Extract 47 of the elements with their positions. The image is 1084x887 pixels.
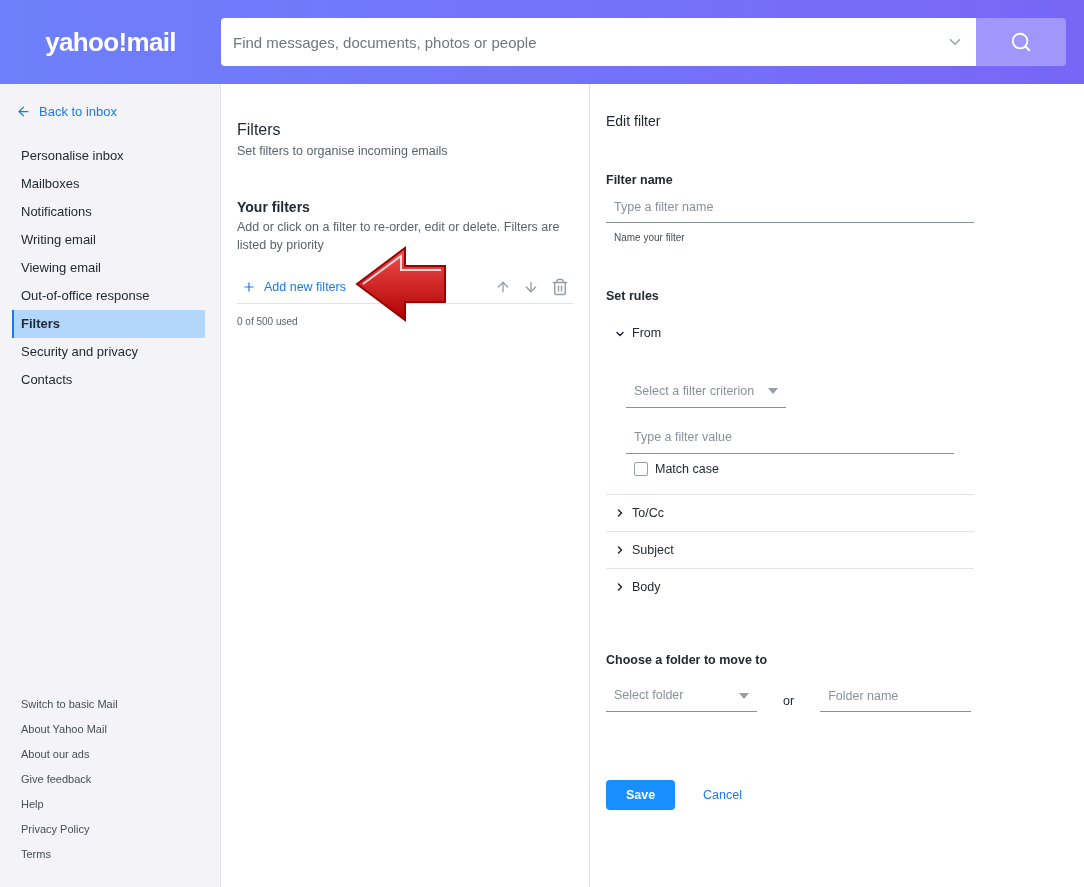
search-icon <box>1010 31 1032 53</box>
match-case-checkbox[interactable] <box>634 461 648 476</box>
filter-name-hint: Name your filter <box>613 230 686 245</box>
footer-link[interactable]: About Yahoo Mail <box>21 717 220 742</box>
sidebar-item[interactable]: Security and privacy <box>12 337 205 366</box>
add-filter-button[interactable]: Add new filters <box>237 277 346 297</box>
or-text: or <box>783 692 795 710</box>
sidebar-item[interactable]: Notifications <box>12 197 205 226</box>
sidebar-item[interactable]: Contacts <box>12 365 205 394</box>
sidebar-item[interactable]: Filters <box>12 309 205 338</box>
search-button[interactable] <box>976 18 1066 66</box>
usage-count: 0 of 500 used <box>237 314 299 329</box>
filter-name-label: Filter name <box>606 172 674 189</box>
rule-toggle[interactable]: Subject <box>606 532 674 569</box>
folder-label: Choose a folder to move to <box>606 652 769 670</box>
delete-icon[interactable] <box>551 278 569 297</box>
filter-name-field[interactable]: Type a filter name <box>606 192 974 223</box>
section-title: Your filters <box>237 197 311 217</box>
app-logo[interactable]: yahoo!mail <box>45 22 176 62</box>
cancel-button[interactable]: Cancel <box>703 785 742 805</box>
footer-link[interactable]: About our ads <box>21 742 220 767</box>
panel-title: Filters <box>237 120 282 140</box>
section-description: Add or click on a filter to re-order, edit or delete. Filters are listed by priority <box>237 218 561 254</box>
rules-label: Set rules <box>606 287 660 305</box>
footer-link[interactable]: Terms <box>21 842 220 867</box>
rule-toggle[interactable]: To/Cc <box>606 495 664 532</box>
filter-value-field[interactable]: Type a filter value <box>626 421 954 454</box>
footer-link[interactable]: Help <box>21 792 220 817</box>
folder-name-field[interactable]: Folder name <box>820 680 972 712</box>
edit-filter-title: Edit filter <box>606 112 662 131</box>
sidebar-item[interactable]: Viewing email <box>12 253 205 282</box>
rule-toggle[interactable]: Body <box>606 569 661 606</box>
footer-link[interactable]: Switch to basic Mail <box>21 692 220 717</box>
rule-toggle[interactable]: From <box>606 315 662 352</box>
footer-link[interactable]: Give feedback <box>21 767 220 792</box>
sidebar-item[interactable]: Out-of-office response <box>12 281 205 310</box>
footer-link[interactable]: Privacy Policy <box>21 817 220 842</box>
sidebar-item[interactable]: Personalise inbox <box>12 141 205 170</box>
search-field[interactable]: Find messages, documents, photos or people <box>221 18 976 66</box>
sidebar-item[interactable]: Writing email <box>12 225 205 254</box>
back-link[interactable]: Back to inbox <box>16 102 220 122</box>
match-case-label: Match case <box>655 460 719 478</box>
sidebar-item[interactable]: Mailboxes <box>12 169 205 198</box>
caret-icon <box>768 388 778 394</box>
caret-icon <box>739 692 749 699</box>
panel-subtitle: Set filters to organise incoming emails <box>237 143 449 160</box>
plus-icon <box>242 280 256 295</box>
